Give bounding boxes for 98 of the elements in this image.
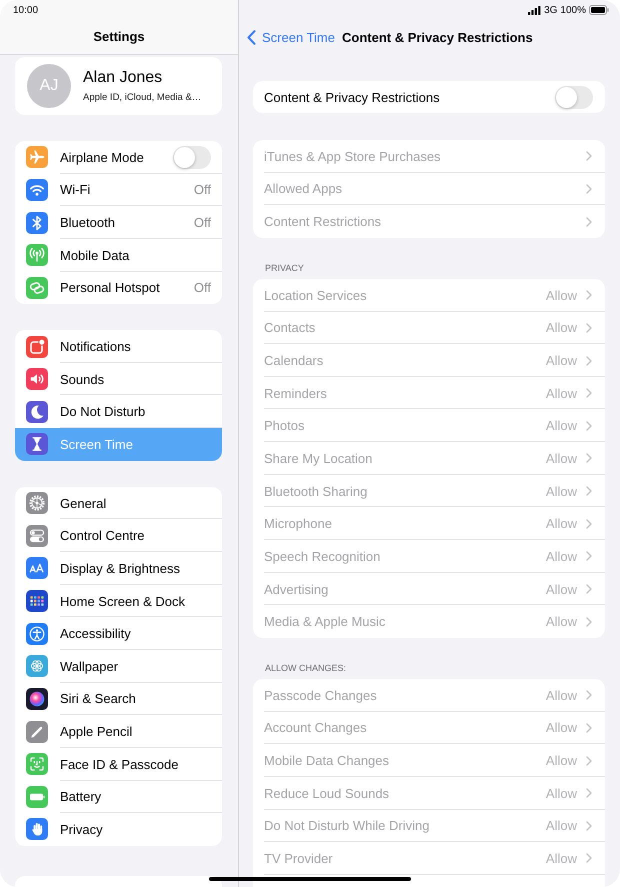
moon-icon bbox=[26, 400, 48, 423]
chevron-icon bbox=[586, 290, 592, 300]
wifi-icon bbox=[26, 178, 48, 201]
chain-link-icon bbox=[26, 276, 48, 299]
permission-value: Allow bbox=[546, 450, 577, 466]
sidebar-item[interactable]: Accessibility bbox=[15, 617, 222, 650]
battery-percentage: 100% bbox=[560, 4, 586, 16]
notification-icon bbox=[26, 336, 48, 358]
sidebar-item[interactable]: Airplane Mode bbox=[15, 141, 222, 174]
sidebar-item[interactable]: Wallpaper bbox=[15, 650, 222, 683]
sidebar-item[interactable]: Privacy bbox=[15, 813, 222, 846]
chevron-icon bbox=[586, 584, 592, 594]
chevron-icon bbox=[586, 551, 592, 562]
chevron-icon bbox=[586, 486, 592, 496]
accessibility-icon bbox=[26, 622, 48, 645]
permission-value: Allow bbox=[546, 386, 577, 401]
permission-value: Allow bbox=[546, 614, 577, 630]
chevron-icon bbox=[586, 788, 592, 798]
sidebar-title: Settings bbox=[93, 29, 145, 44]
chevron-icon bbox=[586, 216, 592, 227]
permission-value: Allow bbox=[546, 720, 577, 736]
sidebar-item[interactable]: Do Not Disturb bbox=[15, 395, 222, 428]
sidebar-item[interactable]: Siri & Search bbox=[15, 682, 222, 716]
sidebar-item[interactable]: Display & Brightness bbox=[15, 552, 222, 585]
text-size-icon bbox=[26, 557, 48, 580]
chevron-icon bbox=[586, 388, 592, 398]
permission-value: Allow bbox=[546, 850, 577, 866]
permission-value: Allow bbox=[546, 516, 577, 532]
status-value: Off bbox=[194, 182, 211, 198]
chevron-icon bbox=[586, 616, 592, 627]
chevron-icon bbox=[586, 453, 592, 464]
battery-icon bbox=[26, 786, 48, 808]
permission-value: Allow bbox=[546, 418, 577, 434]
hand-icon bbox=[26, 818, 48, 840]
page-title: Content & Privacy Restrictions bbox=[342, 30, 533, 45]
antenna-icon bbox=[26, 244, 48, 266]
app-grid-icon bbox=[26, 590, 48, 612]
hourglass-icon bbox=[26, 433, 48, 456]
permission-value: Allow bbox=[546, 484, 577, 499]
sidebar-item[interactable]: Screen Time bbox=[15, 428, 222, 461]
permission-value: Allow bbox=[546, 320, 577, 336]
chevron-icon bbox=[586, 184, 592, 194]
permission-value: Allow bbox=[546, 786, 577, 801]
toggles-icon bbox=[26, 524, 48, 547]
back-chevron-icon bbox=[247, 30, 256, 45]
sidebar-item[interactable]: Face ID & Passcode bbox=[15, 748, 222, 781]
face-scan-icon bbox=[26, 753, 48, 776]
chevron-icon bbox=[586, 756, 592, 766]
permission-value: Allow bbox=[546, 353, 577, 368]
sidebar-item[interactable]: Mobile Data bbox=[15, 238, 222, 272]
status-time: 10:00 bbox=[13, 4, 38, 16]
permission-value: Allow bbox=[546, 548, 577, 564]
profile-card[interactable]: AJ Alan Jones Apple ID, iCloud, Media &… bbox=[15, 57, 222, 115]
airplane-icon bbox=[26, 146, 48, 168]
sidebar-item[interactable]: Bluetooth Off bbox=[15, 206, 222, 239]
status-value: Off bbox=[194, 280, 211, 296]
sidebar-item[interactable]: Home Screen & Dock bbox=[15, 584, 222, 618]
back-button[interactable]: Screen Time bbox=[247, 30, 335, 45]
speaker-icon bbox=[26, 368, 48, 390]
section-header: PRIVACY bbox=[265, 262, 304, 273]
flower-icon bbox=[26, 655, 48, 678]
permission-value: Allow bbox=[546, 753, 577, 768]
sidebar-item[interactable]: Wi-Fi Off bbox=[15, 174, 222, 206]
sidebar-item[interactable]: Personal Hotspot Off bbox=[15, 272, 222, 304]
permission-value: Allow bbox=[546, 818, 577, 834]
permission-value: Allow bbox=[546, 582, 577, 596]
bluetooth-icon bbox=[26, 212, 48, 234]
sidebar-item[interactable]: Notifications bbox=[15, 330, 222, 363]
sidebar-item[interactable]: Apple Pencil bbox=[15, 715, 222, 748]
toggle-label: Content & Privacy Restrictions bbox=[264, 90, 440, 104]
sidebar-item[interactable]: Control Centre bbox=[15, 519, 222, 552]
chevron-icon bbox=[586, 322, 592, 333]
permission-value: Allow bbox=[546, 288, 577, 303]
battery-icon bbox=[589, 5, 609, 15]
avatar: AJ bbox=[27, 64, 71, 108]
section-header: ALLOW CHANGES: bbox=[265, 662, 346, 673]
chevron-icon bbox=[586, 853, 592, 864]
chevron-icon bbox=[586, 820, 592, 831]
signal-icon bbox=[528, 6, 542, 14]
pencil-icon bbox=[26, 720, 48, 743]
sidebar-item[interactable]: General bbox=[15, 486, 222, 520]
chevron-icon bbox=[586, 690, 592, 700]
status-value: Off bbox=[194, 215, 211, 230]
chevron-icon bbox=[586, 420, 592, 431]
network-type: 3G bbox=[544, 4, 558, 16]
toggle-switch[interactable] bbox=[555, 86, 593, 108]
chevron-icon bbox=[586, 356, 592, 366]
chevron-icon bbox=[586, 151, 592, 162]
gear-icon bbox=[26, 492, 48, 514]
chevron-icon bbox=[586, 518, 592, 529]
profile-subtitle: Apple ID, iCloud, Media &… bbox=[83, 92, 202, 103]
orb-icon bbox=[26, 688, 48, 710]
sidebar-item[interactable]: Sounds bbox=[15, 362, 222, 396]
permission-value: Allow bbox=[546, 688, 577, 703]
chevron-icon bbox=[586, 722, 592, 733]
sidebar-item[interactable]: Battery bbox=[15, 780, 222, 814]
toggle-switch[interactable] bbox=[173, 146, 211, 169]
profile-name: Alan Jones bbox=[83, 69, 164, 87]
